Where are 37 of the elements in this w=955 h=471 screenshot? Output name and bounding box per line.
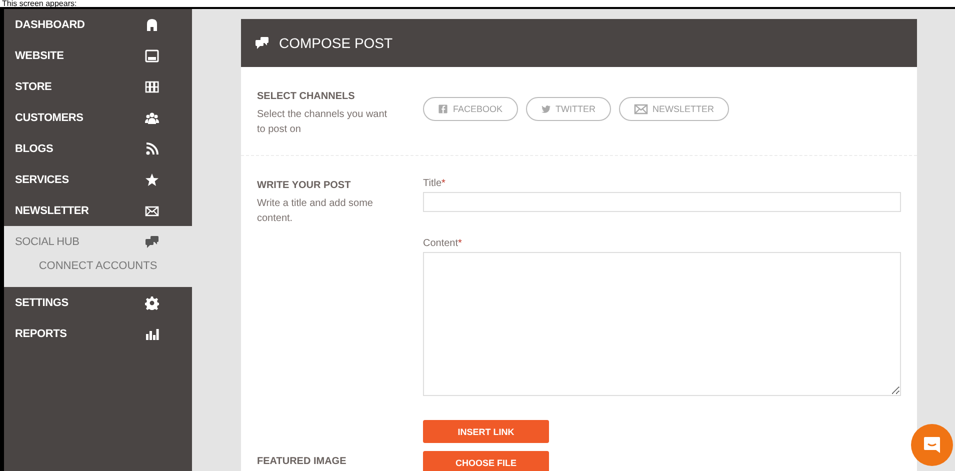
sidebar-item[interactable]: CUSTOMERS (4, 102, 192, 133)
sidebar-item[interactable]: SERVICES (4, 164, 192, 195)
section-heading: FEATURED IMAGE (257, 456, 348, 466)
bird-icon (540, 104, 551, 114)
content-field[interactable] (423, 252, 901, 396)
sidebar-item[interactable]: WEBSITE (4, 40, 192, 71)
gear-icon (145, 296, 159, 310)
card-title: COMPOSE POST (279, 35, 393, 51)
people-icon (145, 110, 159, 124)
field-label: Title* (423, 178, 446, 189)
field-label: Content* (423, 238, 463, 249)
sidebar-item[interactable]: DASHBOARD (4, 9, 192, 40)
section-description: Write a title and add some content. (257, 197, 374, 226)
sidebar-item[interactable]: NEWSLETTER (4, 195, 192, 226)
chat-bubbles-icon (255, 36, 269, 50)
sidebar-item[interactable]: REPORTS (4, 318, 192, 349)
envelope-icon (145, 204, 159, 218)
home-icon (145, 18, 159, 32)
title-field[interactable] (423, 192, 901, 212)
grid-icon (145, 80, 159, 94)
section-description: Select the channels you want to post on (257, 108, 388, 137)
sidebar-item[interactable]: BLOGS (4, 133, 192, 164)
sidebar-item[interactable]: STORE (4, 71, 192, 102)
envelope-icon (634, 102, 648, 116)
bar-chart-icon (145, 326, 159, 340)
sidebar-subitem[interactable]: CONNECT ACCOUNTS (4, 257, 192, 275)
sidebar-item[interactable]: SOCIAL HUB (4, 226, 192, 257)
section-heading: WRITE YOUR POST (257, 180, 352, 191)
sidebar-item[interactable]: SETTINGS (4, 287, 192, 318)
chat-icon (922, 435, 942, 455)
star-icon (145, 172, 159, 186)
chat-bubbles-icon (145, 234, 159, 248)
window-icon (145, 48, 159, 62)
facebook-icon (438, 104, 448, 114)
rss-icon (145, 142, 159, 156)
caption-text: This screen appears: (2, 0, 77, 7)
section-heading: SELECT CHANNELS (257, 91, 356, 102)
